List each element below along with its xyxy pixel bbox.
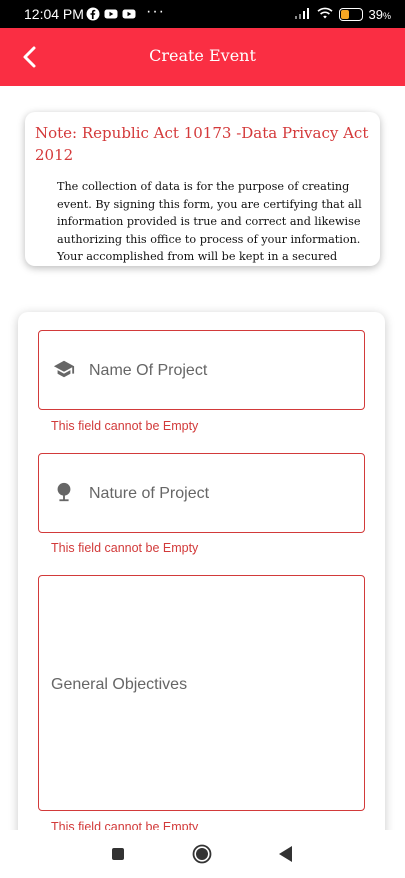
status-bar: 12:04 PM ··· 39% (0, 0, 405, 28)
page-title: Create Event (149, 46, 256, 65)
privacy-note-card: Note: Republic Act 10173 -Data Privacy A… (25, 112, 380, 266)
privacy-note-title: Note: Republic Act 10173 -Data Privacy A… (35, 124, 369, 164)
project-name-input[interactable] (87, 331, 356, 411)
nature-field[interactable] (38, 453, 365, 534)
battery-icon (338, 7, 363, 21)
wifi-icon (316, 6, 333, 22)
app-bar: Create Event (0, 28, 405, 86)
youtube-icon (122, 7, 136, 21)
youtube-icon (104, 7, 118, 21)
status-time: 12:04 PM (24, 6, 84, 22)
project-name-error: This field cannot be Empty (51, 419, 199, 433)
objectives-field[interactable] (38, 575, 365, 811)
signal-icon (294, 6, 311, 22)
recent-apps-button[interactable] (112, 848, 124, 860)
home-button[interactable] (192, 844, 212, 864)
notification-icons (86, 7, 136, 21)
nav-back-button[interactable] (277, 845, 293, 863)
objectives-input[interactable] (49, 674, 356, 718)
privacy-note-body: The collection of data is for the purpos… (57, 180, 362, 263)
facebook-icon (86, 7, 100, 21)
nature-input[interactable] (87, 454, 356, 534)
status-indicators: 39% (294, 6, 391, 22)
event-form-card: This field cannot be Empty This field ca… (18, 312, 385, 852)
nature-error: This field cannot be Empty (51, 541, 199, 555)
battery-percent: 39% (368, 6, 391, 22)
graduation-cap-icon (53, 360, 75, 378)
system-nav-bar (0, 830, 405, 878)
tree-icon (57, 482, 71, 502)
more-notifications-icon: ··· (146, 3, 165, 20)
project-name-field[interactable] (38, 330, 365, 411)
